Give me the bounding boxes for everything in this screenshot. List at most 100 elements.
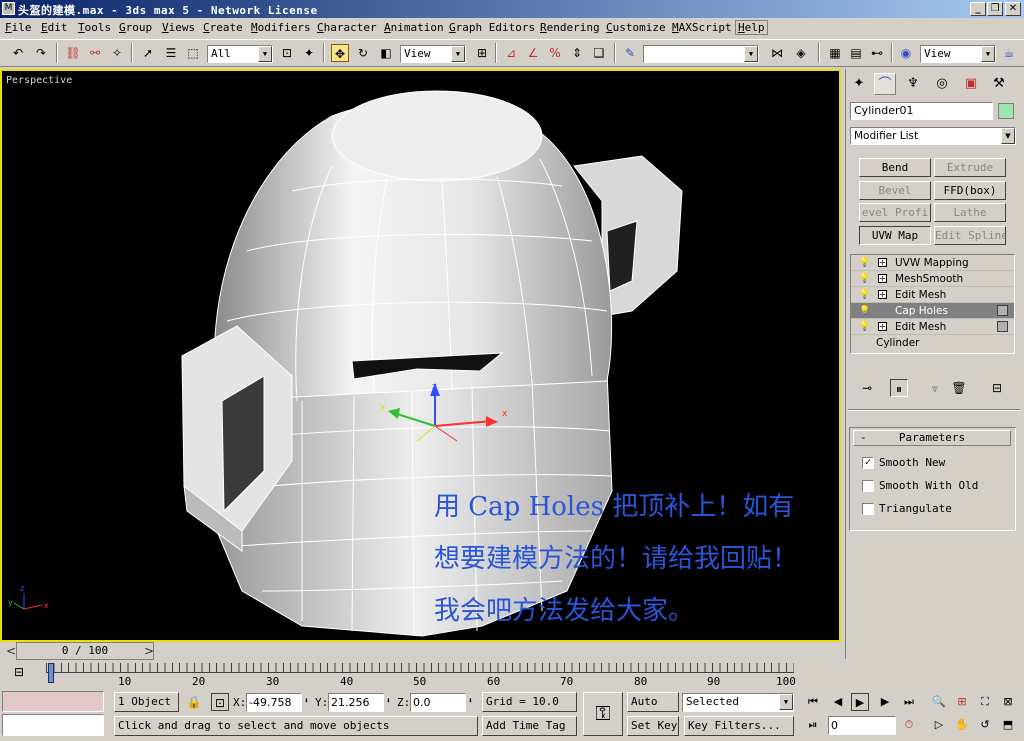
auto-key-button[interactable]: Auto Key: [627, 692, 679, 712]
menu-file[interactable]: File: [5, 21, 32, 34]
z-coordinate-field[interactable]: 0.0: [410, 693, 466, 712]
rectangular-selection-icon[interactable]: ⬚: [184, 44, 202, 62]
modify-tab-icon[interactable]: ⌒: [874, 73, 896, 95]
angle-snap-icon[interactable]: ∠: [524, 44, 542, 62]
chevron-down-icon[interactable]: ▼: [1001, 128, 1015, 144]
checkbox-unchecked[interactable]: [862, 503, 874, 515]
play-icon[interactable]: ▶: [851, 693, 869, 711]
use-pivot-center-icon[interactable]: ⊞: [473, 44, 491, 62]
select-by-name-icon[interactable]: ☰: [162, 44, 180, 62]
parameters-rollout-header[interactable]: - Parameters: [853, 430, 1011, 446]
reference-coordinate-dropdown[interactable]: View ▼: [400, 45, 466, 63]
show-end-result-icon[interactable]: [997, 321, 1008, 332]
menu-group[interactable]: Group: [119, 21, 152, 34]
align-icon[interactable]: ◈: [792, 44, 810, 62]
maximize-viewport-icon[interactable]: ⬒: [999, 716, 1017, 734]
menu-animation[interactable]: Animation: [384, 21, 444, 34]
stack-item-edit-mesh[interactable]: 💡 + Edit Mesh: [851, 287, 1014, 303]
time-configuration-icon[interactable]: ⏱: [900, 716, 918, 734]
checkbox-checked[interactable]: ✓: [862, 457, 874, 469]
lightbulb-icon[interactable]: 💡: [859, 287, 870, 303]
go-to-end-icon[interactable]: ⏭: [900, 693, 918, 711]
current-frame-field[interactable]: 0: [828, 716, 896, 735]
menu-customize[interactable]: Customize: [606, 21, 666, 34]
menu-create[interactable]: Create: [203, 21, 243, 34]
redo-icon[interactable]: ↷: [32, 44, 50, 62]
show-end-result-icon[interactable]: ⏸: [890, 379, 908, 397]
lightbulb-icon[interactable]: 💡: [859, 271, 870, 287]
stack-item-cap-holes[interactable]: 💡 Cap Holes: [851, 303, 1014, 319]
chevron-down-icon[interactable]: ▼: [451, 46, 465, 62]
zoom-all-icon[interactable]: ⊞: [953, 693, 971, 711]
restore-button[interactable]: ❐: [987, 2, 1003, 16]
motion-tab-icon[interactable]: ◎: [931, 73, 953, 95]
configure-modifier-sets-icon[interactable]: ⊟: [988, 379, 1006, 397]
menu-tools[interactable]: Tools: [78, 21, 111, 34]
uvw-map-button[interactable]: UVW Map: [859, 226, 931, 245]
named-selection-icon[interactable]: ❑: [590, 44, 608, 62]
object-name-field[interactable]: Cylinder01: [850, 102, 993, 120]
chevron-down-icon[interactable]: ▼: [779, 694, 793, 710]
menu-rendering[interactable]: Rendering: [540, 21, 600, 34]
show-end-result-icon[interactable]: [997, 305, 1008, 316]
maxscript-input-mini[interactable]: [2, 714, 104, 736]
bevel-profile-button[interactable]: evel Profi: [859, 203, 931, 222]
bevel-button[interactable]: Bevel: [859, 181, 931, 200]
triangulate-checkbox[interactable]: Triangulate: [862, 502, 952, 515]
lightbulb-icon[interactable]: 💡: [859, 303, 870, 319]
undo-icon[interactable]: ↶: [9, 44, 27, 62]
menu-character[interactable]: Character: [317, 21, 377, 34]
close-button[interactable]: ✕: [1005, 2, 1021, 16]
expand-icon[interactable]: +: [878, 322, 887, 331]
menu-maxscript[interactable]: MAXScript: [672, 21, 732, 34]
perspective-viewport[interactable]: Perspective z x y z x y 用 Cap Holes 把顶补上…: [0, 69, 841, 642]
modifier-list-dropdown[interactable]: Modifier List ▼: [850, 127, 1016, 145]
zoom-icon[interactable]: 🔍: [930, 693, 948, 711]
absolute-mode-icon[interactable]: ⊡: [211, 693, 229, 711]
stack-item-cylinder[interactable]: Cylinder: [851, 335, 1014, 351]
zoom-extents-all-icon[interactable]: ⊠: [999, 693, 1017, 711]
lightbulb-icon[interactable]: 💡: [859, 319, 870, 335]
bind-space-warp-icon[interactable]: ✧: [108, 44, 126, 62]
stack-item-uvw-mapping[interactable]: 💡 + UVW Mapping: [851, 255, 1014, 271]
stack-item-edit-mesh-2[interactable]: 💡 + Edit Mesh: [851, 319, 1014, 335]
x-spinner-icon[interactable]: ⬍: [304, 696, 309, 705]
smooth-with-old-checkbox[interactable]: Smooth With Old: [862, 479, 978, 492]
field-of-view-icon[interactable]: ▷: [930, 716, 948, 734]
lathe-button[interactable]: Lathe: [934, 203, 1006, 222]
menu-edit[interactable]: Edit: [41, 21, 68, 34]
current-frame-marker[interactable]: [48, 663, 54, 683]
mirror-icon[interactable]: ⋈: [768, 44, 786, 62]
chevron-down-icon[interactable]: ▼: [981, 46, 995, 62]
y-spinner-icon[interactable]: ⬍: [386, 696, 391, 705]
layer-manager-icon[interactable]: ▦: [826, 44, 844, 62]
object-color-swatch[interactable]: [998, 103, 1014, 119]
stack-item-meshsmooth[interactable]: 💡 + MeshSmooth: [851, 271, 1014, 287]
display-tab-icon[interactable]: ▣: [960, 73, 982, 95]
menu-help[interactable]: Help: [735, 20, 768, 35]
named-selection-dropdown[interactable]: ▼: [643, 45, 759, 63]
menu-views[interactable]: Views: [162, 21, 195, 34]
key-mode-toggle-icon[interactable]: ⏯: [804, 716, 822, 734]
app-icon[interactable]: M: [2, 2, 15, 15]
track-view-icon[interactable]: ▤: [847, 44, 865, 62]
modifier-stack[interactable]: 💡 + UVW Mapping 💡 + MeshSmooth 💡 + Edit Mesh 💡…: [850, 254, 1015, 354]
snap-toggle-icon[interactable]: ⊿: [502, 44, 520, 62]
edit-named-selections-icon[interactable]: ✎: [621, 44, 639, 62]
minimize-button[interactable]: _: [970, 2, 986, 16]
z-spinner-icon[interactable]: ⬍: [468, 696, 473, 705]
maxscript-listener-mini[interactable]: [2, 691, 104, 712]
material-editor-icon[interactable]: ◉: [897, 44, 915, 62]
next-frame-arrow-icon[interactable]: >: [140, 642, 158, 660]
hierarchy-tab-icon[interactable]: ♆: [902, 73, 924, 95]
add-time-tag-button[interactable]: Add Time Tag: [482, 716, 577, 736]
set-key-button[interactable]: Set Key: [627, 716, 679, 736]
y-coordinate-field[interactable]: 21.256: [328, 693, 384, 712]
remove-modifier-icon[interactable]: 🗑: [950, 379, 968, 397]
smooth-new-checkbox[interactable]: ✓ Smooth New: [862, 456, 945, 469]
edit-spline-button[interactable]: Edit Spline: [934, 226, 1006, 245]
x-coordinate-field[interactable]: -49.758: [246, 693, 302, 712]
pan-icon[interactable]: ✋: [953, 716, 971, 734]
previous-frame-icon[interactable]: ◀: [829, 693, 847, 711]
selection-filter-dropdown[interactable]: All ▼: [207, 45, 273, 63]
